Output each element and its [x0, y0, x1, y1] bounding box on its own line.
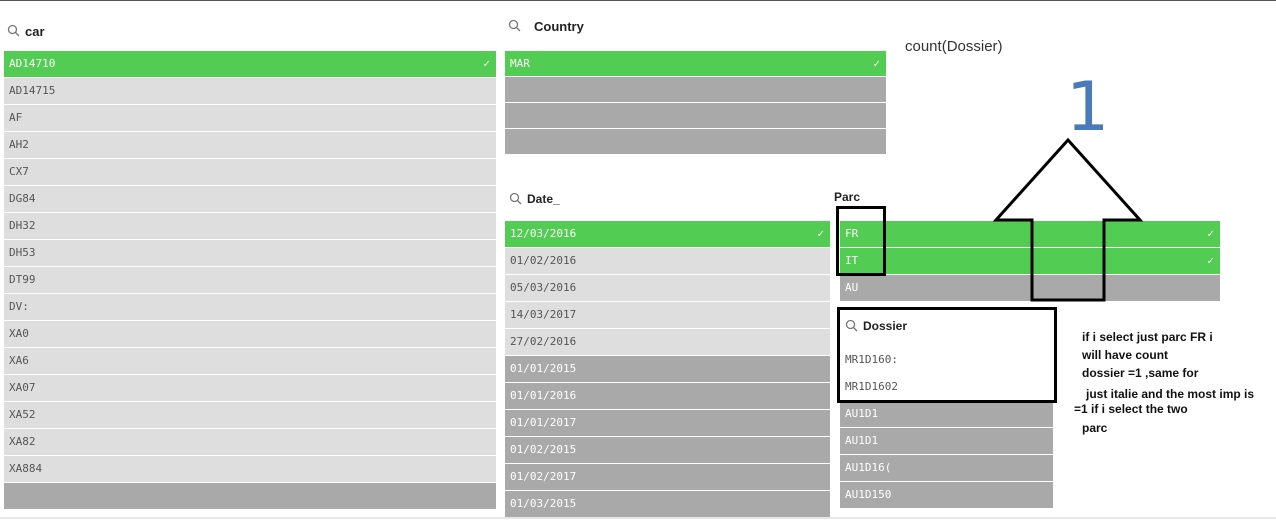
car-list-item[interactable]: DT99 [4, 267, 496, 293]
car-list-item[interactable]: DG84 [4, 186, 496, 212]
date-list-item[interactable]: 12/03/2016 ✓ [505, 221, 830, 247]
car-item-label: AF [9, 111, 23, 124]
car-title: car [25, 23, 45, 39]
car-list-item[interactable]: CX7 [4, 159, 496, 185]
car-list-item[interactable]: XA82 [4, 429, 496, 455]
date-list-item[interactable]: 01/02/2015 [505, 437, 830, 463]
car-item-label: XA884 [9, 462, 43, 475]
car-item-label: CX7 [9, 165, 29, 178]
checkmark-icon: ✓ [1207, 254, 1214, 267]
car-item-label: XA82 [9, 435, 36, 448]
country-list-item[interactable]: MAR ✓ [505, 51, 886, 76]
annotation-line: if i select just parc FR i [1082, 330, 1213, 344]
country-header: Country [508, 16, 584, 36]
top-border [0, 0, 1276, 1]
date-list-item[interactable]: 01/03/2015 [505, 491, 830, 517]
checkmark-icon: ✓ [817, 227, 824, 240]
search-icon[interactable] [7, 24, 21, 38]
annotation-line: parc [1082, 421, 1108, 435]
car-item-label: DV: [9, 300, 29, 313]
car-list-item[interactable]: DH32 [4, 213, 496, 239]
country-item-label: MAR [510, 57, 530, 70]
dossier-item-label: AU1D150 [845, 488, 892, 501]
car-item-label: DH53 [9, 246, 36, 259]
annotation-box-parc [836, 206, 886, 276]
date-item-label: 01/02/2016 [510, 254, 577, 267]
date-item-label: 01/02/2015 [510, 443, 577, 456]
annotation-line: dossier =1 ,same for [1082, 366, 1199, 380]
annotation-arrow [992, 137, 1144, 302]
date-item-label: 05/03/2016 [510, 281, 577, 294]
date-item-label: 01/01/2016 [510, 389, 577, 402]
car-list-item[interactable]: XA07 [4, 375, 496, 401]
car-list-item[interactable]: AD14715 [4, 78, 496, 104]
date-header: Date_ [509, 189, 560, 209]
date-item-label: 01/01/2015 [510, 362, 577, 375]
date-list-item[interactable]: 01/01/2015 [505, 356, 830, 382]
annotation-box-dossier [837, 307, 1057, 403]
search-icon[interactable] [509, 192, 523, 206]
checkmark-icon: ✓ [1207, 227, 1214, 240]
car-list-item[interactable]: DV: [4, 294, 496, 320]
country-list-item[interactable] [505, 129, 886, 154]
car-list-item[interactable]: AF [4, 105, 496, 131]
annotation-line: will have count [1082, 348, 1169, 362]
car-item-label: DH32 [9, 219, 36, 232]
annotation-line: just italie and the most imp is [1086, 387, 1255, 401]
country-title: Country [534, 18, 584, 34]
date-item-label: 12/03/2016 [510, 227, 577, 240]
car-list-item[interactable]: XA52 [4, 402, 496, 428]
date-list-item[interactable]: 01/01/2016 [505, 383, 830, 409]
date-list-item[interactable]: 01/01/2017 [505, 410, 830, 436]
date-item-label: 01/03/2015 [510, 497, 577, 510]
date-item-label: 01/01/2017 [510, 416, 577, 429]
car-list-item[interactable]: AD14710 ✓ [4, 51, 496, 77]
car-item-label: DG84 [9, 192, 36, 205]
car-list-item[interactable] [4, 483, 496, 509]
dossier-item-label: AU1D16( [845, 461, 892, 474]
country-list-item[interactable] [505, 77, 886, 102]
checkmark-icon: ✓ [873, 57, 880, 70]
date-item-label: 14/03/2017 [510, 308, 577, 321]
parc-title: Parc [834, 190, 861, 204]
date-list-item[interactable]: 27/02/2016 [505, 329, 830, 355]
car-item-label: XA0 [9, 327, 29, 340]
car-item-label: XA6 [9, 354, 29, 367]
date-list-item[interactable]: 01/02/2016 [505, 248, 830, 274]
date-item-label: 01/02/2017 [510, 470, 577, 483]
search-icon[interactable] [508, 19, 522, 33]
parc-header: Parc [834, 187, 860, 207]
country-list-item[interactable] [505, 103, 886, 128]
car-item-label: DT99 [9, 273, 36, 286]
car-list-item[interactable]: XA6 [4, 348, 496, 374]
car-item-label: AD14710 [9, 57, 56, 70]
dossier-item-label: AU1D1 [845, 434, 879, 447]
car-item-label: XA07 [9, 381, 36, 394]
parc-item-label: AU [845, 281, 859, 294]
car-item-label: AD14715 [9, 84, 56, 97]
car-item-label: AH2 [9, 138, 29, 151]
car-list-item[interactable]: DH53 [4, 240, 496, 266]
kpi-label: count(Dossier) [905, 38, 1003, 55]
date-list-item[interactable]: 01/02/2017 [505, 464, 830, 490]
annotation-line: =1 if i select the two [1074, 402, 1188, 416]
date-title: Date_ [527, 192, 560, 206]
date-item-label: 27/02/2016 [510, 335, 577, 348]
dossier-list-item[interactable]: AU1D16( [840, 455, 1053, 481]
date-list-item[interactable]: 14/03/2017 [505, 302, 830, 328]
car-item-label: XA52 [9, 408, 36, 421]
date-list-item[interactable]: 05/03/2016 [505, 275, 830, 301]
car-list-item[interactable]: XA884 [4, 456, 496, 482]
car-list-item[interactable]: XA0 [4, 321, 496, 347]
dossier-list-item[interactable]: AU1D1 [840, 401, 1053, 427]
dossier-list-item[interactable]: AU1D150 [840, 482, 1053, 508]
car-list-item[interactable]: AH2 [4, 132, 496, 158]
checkmark-icon: ✓ [483, 57, 490, 70]
car-header: car [7, 21, 45, 41]
dossier-list-item[interactable]: AU1D1 [840, 428, 1053, 454]
dossier-item-label: AU1D1 [845, 407, 879, 420]
bottom-border [0, 517, 1276, 519]
